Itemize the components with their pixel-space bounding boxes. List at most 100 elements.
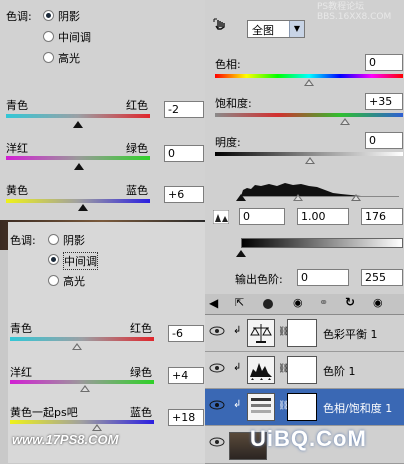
output-black-value[interactable]: 0 xyxy=(297,269,349,286)
hue-label: 色相: xyxy=(215,58,241,71)
chevron-down-icon: ▼ xyxy=(289,21,304,37)
cyan-red-slider-track[interactable] xyxy=(10,337,154,341)
input-black-value[interactable]: 0 xyxy=(239,208,285,225)
back-arrow-icon[interactable]: ◀ xyxy=(209,296,218,310)
magenta-green-value[interactable]: 0 xyxy=(164,145,204,162)
saturation-value[interactable]: +35 xyxy=(365,93,403,110)
radio-midtones-label: 中间调 xyxy=(58,31,91,44)
lightness-slider-track[interactable] xyxy=(215,152,403,156)
saturation-slider-thumb[interactable] xyxy=(340,118,350,125)
yellow-blue-slider-track[interactable] xyxy=(6,199,150,203)
output-levels-label: 输出色阶: xyxy=(235,273,283,286)
circle-fill-icon[interactable] xyxy=(263,299,273,309)
radio-midtones-label: 中间调 xyxy=(63,252,98,270)
histogram-warning-icon[interactable] xyxy=(212,209,230,225)
eye-icon[interactable] xyxy=(209,325,225,337)
magenta-green-slider-thumb[interactable] xyxy=(80,385,90,392)
yellow-blue-slider-thumb[interactable] xyxy=(78,204,88,211)
layer-row-color-balance[interactable]: ↲ ⛓ 色彩平衡 1 xyxy=(205,315,404,352)
lightness-label: 明度: xyxy=(215,136,241,149)
watermark-17ps8: www.17PS8.COM xyxy=(12,432,119,447)
input-white-value[interactable]: 176 xyxy=(361,208,403,225)
slider-left-label: 黄色 xyxy=(6,184,28,197)
layer-mask-thumbnail[interactable] xyxy=(287,356,317,384)
radio-midtones[interactable] xyxy=(48,254,59,265)
slider-left-label: 黄色一起ps吧 xyxy=(10,406,78,419)
input-black-point-thumb[interactable] xyxy=(236,194,246,201)
layer-name: 色阶 1 xyxy=(323,365,356,378)
lightness-value[interactable]: 0 xyxy=(365,132,403,149)
layer-name: 色相/饱和度 1 xyxy=(323,402,393,415)
yellow-blue-slider-track[interactable] xyxy=(10,420,154,424)
input-gamma-thumb[interactable] xyxy=(293,194,303,201)
output-black-thumb[interactable] xyxy=(236,250,246,257)
output-levels-gradient[interactable] xyxy=(241,238,403,248)
cyan-red-slider-track[interactable] xyxy=(6,114,150,118)
layers-toolbar: ◀ ⇱ ◉ ⚭ ↻ ◉ xyxy=(205,294,404,315)
saturation-label: 饱和度: xyxy=(215,97,252,110)
cyan-red-slider-thumb[interactable] xyxy=(72,343,82,350)
hue-saturation-adjustment-icon xyxy=(247,393,275,421)
edit-dropdown[interactable]: 全图 ▼ xyxy=(247,20,305,38)
radio-highlights[interactable] xyxy=(48,275,59,286)
watermark-bbs: PS教程论坛 BBS.16XX8.COM xyxy=(317,2,392,22)
hue-value[interactable]: 0 xyxy=(365,54,403,71)
tone-label: 色调: xyxy=(6,10,32,23)
radio-shadows[interactable] xyxy=(43,10,54,21)
magenta-green-slider-track[interactable] xyxy=(6,156,150,160)
slider-right-label: 蓝色 xyxy=(126,184,148,197)
eye-icon[interactable] xyxy=(209,362,225,374)
clip-arrow-icon: ↲ xyxy=(233,399,242,410)
histogram xyxy=(241,176,401,196)
clip-arrow-icon: ↲ xyxy=(233,362,242,373)
lightness-slider-thumb[interactable] xyxy=(305,157,315,164)
magenta-green-value[interactable]: +4 xyxy=(168,367,204,384)
cyan-red-slider-thumb[interactable] xyxy=(73,121,83,128)
edit-dropdown-value: 全图 xyxy=(252,24,274,37)
hue-slider-track[interactable] xyxy=(215,74,403,78)
yellow-blue-slider-thumb[interactable] xyxy=(92,424,102,431)
yellow-blue-value[interactable]: +6 xyxy=(164,186,204,203)
radio-midtones[interactable] xyxy=(43,31,54,42)
layer-row-levels[interactable]: ↲ ⛓ 色阶 1 xyxy=(205,352,404,389)
slider-left-label: 洋红 xyxy=(6,142,28,155)
color-balance-shadows-panel: 色调: 阴影 中间调 高光 青色 红色 -2 洋红 绿色 0 黄色 蓝色 +6 xyxy=(0,0,205,220)
cyan-red-value[interactable]: -6 xyxy=(168,325,204,342)
watermark-uibq: UiBQ.CoM xyxy=(250,426,367,451)
layer-mask-thumbnail[interactable] xyxy=(287,319,317,347)
clip-icon[interactable]: ⚭ xyxy=(319,296,328,309)
visibility-toggle-icon[interactable]: ◉ xyxy=(373,296,383,309)
radio-highlights[interactable] xyxy=(43,52,54,63)
reset-icon[interactable]: ↻ xyxy=(345,295,355,309)
yellow-blue-value[interactable]: +18 xyxy=(168,409,204,426)
layer-row-hue-saturation[interactable]: ↲ ⛓ 色相/饱和度 1 xyxy=(205,389,404,426)
eye-icon[interactable] xyxy=(209,399,225,411)
levels-panel: 0 1.00 176 输出色阶: 0 255 xyxy=(205,170,404,294)
input-white-point-thumb[interactable] xyxy=(351,194,361,201)
slider-right-label: 红色 xyxy=(126,99,148,112)
eye-toolbar-icon[interactable]: ◉ xyxy=(293,296,303,309)
color-balance-midtones-panel: 色调: 阴影 中间调 高光 青色 红色 -6 洋红 绿色 +4 黄色一起ps吧 … xyxy=(8,222,205,463)
expand-view-icon[interactable]: ⇱ xyxy=(235,296,244,309)
slider-left-label: 青色 xyxy=(6,99,28,112)
hue-saturation-panel: PS教程论坛 BBS.16XX8.COM 全图 ▼ 色相: 0 饱和度: +35… xyxy=(205,0,404,170)
eye-icon[interactable] xyxy=(209,436,225,448)
radio-shadows[interactable] xyxy=(48,234,59,245)
targeted-adjustment-tool-icon[interactable] xyxy=(213,18,229,34)
slider-right-label: 红色 xyxy=(130,322,152,335)
input-gamma-value[interactable]: 1.00 xyxy=(297,208,349,225)
slider-right-label: 绿色 xyxy=(126,142,148,155)
magenta-green-slider-track[interactable] xyxy=(10,380,154,384)
layer-name: 色彩平衡 1 xyxy=(323,328,378,341)
slider-right-label: 绿色 xyxy=(130,366,152,379)
magenta-green-slider-thumb[interactable] xyxy=(74,163,84,170)
radio-highlights-label: 高光 xyxy=(58,52,80,65)
saturation-slider-track[interactable] xyxy=(215,113,403,117)
input-levels-track xyxy=(241,196,399,197)
hue-slider-thumb[interactable] xyxy=(304,79,314,86)
slider-right-label: 蓝色 xyxy=(130,406,152,419)
cyan-red-value[interactable]: -2 xyxy=(164,101,204,118)
radio-highlights-label: 高光 xyxy=(63,275,85,288)
layer-mask-thumbnail[interactable] xyxy=(287,393,317,421)
output-white-value[interactable]: 255 xyxy=(361,269,403,286)
